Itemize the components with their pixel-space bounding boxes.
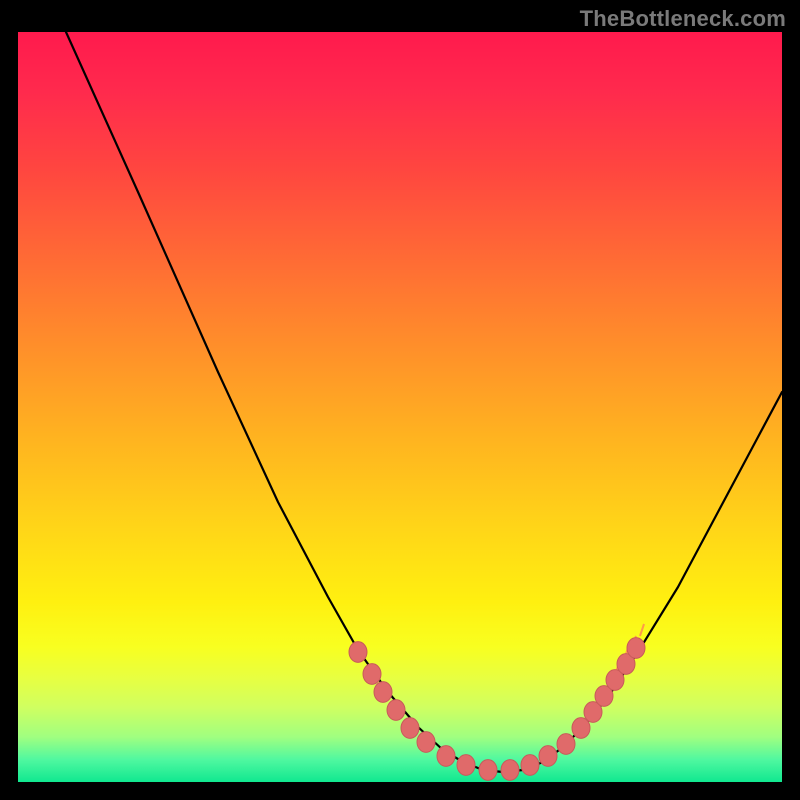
highlight-dot [374,682,392,703]
highlight-dot [457,755,475,776]
highlight-dot [417,732,435,753]
highlight-dot [349,642,367,663]
watermark-label: TheBottleneck.com [580,6,786,32]
highlight-dot [557,734,575,755]
highlight-dot [572,718,590,739]
chart-svg [18,32,782,782]
chart-frame [18,32,782,782]
highlight-dots-group [349,638,645,781]
highlight-dot [401,718,419,739]
highlight-dot [521,755,539,776]
highlight-dot [479,760,497,781]
highlight-dot [539,746,557,767]
highlight-dot [437,746,455,767]
highlight-dot [387,700,405,721]
bottleneck-curve [66,32,782,772]
highlight-dot [363,664,381,685]
minor-tick [640,624,644,636]
highlight-dot [627,638,645,659]
highlight-dot [501,760,519,781]
